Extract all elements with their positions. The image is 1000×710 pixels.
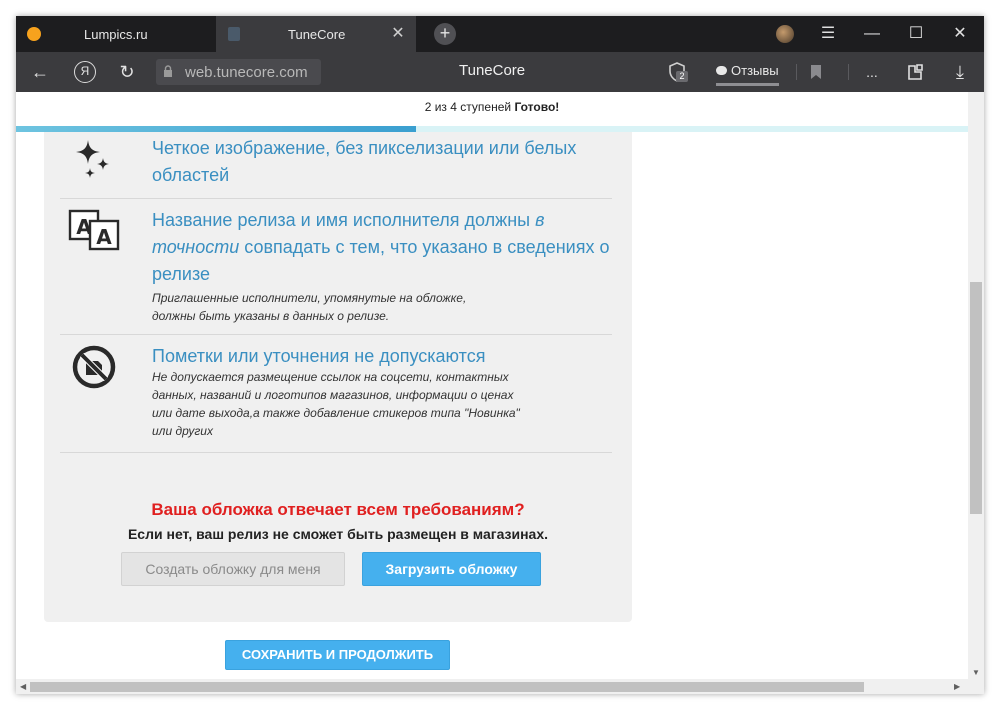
yandex-icon[interactable]: Я xyxy=(74,61,96,83)
extensions-icon[interactable] xyxy=(906,62,926,82)
progress-status: 2 из 4 ступеней Готово! xyxy=(16,100,968,114)
page-viewport: 2 из 4 ступеней Готово! Четкое изображен… xyxy=(16,92,968,679)
requirement-title: Название релиза и имя исполнителя должны… xyxy=(152,207,612,288)
download-icon[interactable]: ⤓ xyxy=(946,58,974,86)
avatar[interactable] xyxy=(776,25,794,43)
requirement-matching-names: A A Название релиза и имя исполнителя до… xyxy=(60,199,612,335)
cover-warning: Если нет, ваш релиз не сможет быть разме… xyxy=(127,526,549,542)
reload-icon[interactable]: ↻ xyxy=(113,58,141,86)
svg-text:A: A xyxy=(96,225,112,249)
vertical-scrollbar[interactable]: ▼ xyxy=(968,92,984,679)
window-close-icon[interactable]: ✕ xyxy=(938,16,982,52)
tab-label: TuneCore xyxy=(288,26,346,42)
create-cover-button[interactable]: Создать обложку для меня xyxy=(121,552,345,586)
text-match-icon: A A xyxy=(68,209,120,251)
page-title: TuneCore xyxy=(459,62,526,79)
requirement-note: Не допускается размещение ссылок на соцс… xyxy=(152,370,520,438)
toolbar-divider xyxy=(848,64,849,80)
no-sticker-icon xyxy=(72,345,116,389)
tab-bar: Lumpics.ru TuneCore ✕ + ☰ — ☐ ✕ xyxy=(16,16,984,52)
maximize-icon[interactable]: ☐ xyxy=(894,16,938,52)
chat-bubble-icon xyxy=(716,66,727,75)
scroll-down-arrow-icon[interactable]: ▼ xyxy=(972,668,980,677)
requirement-note: Приглашенные исполнители, упомянутые на … xyxy=(152,291,467,323)
url-field[interactable]: web.tunecore.com xyxy=(156,59,321,85)
scroll-left-arrow-icon[interactable]: ◀ xyxy=(20,682,26,691)
horizontal-scrollbar[interactable]: ◀ ▶ xyxy=(16,679,984,694)
more-icon[interactable]: ... xyxy=(858,58,886,86)
new-tab-button[interactable]: + xyxy=(434,23,456,45)
tunecore-favicon-icon xyxy=(228,27,240,41)
progress-steps: 2 из 4 ступеней xyxy=(424,100,512,114)
reviews-label: Отзывы xyxy=(731,63,779,78)
shield-count-badge: 2 xyxy=(676,71,688,82)
url-text: web.tunecore.com xyxy=(185,64,308,81)
upload-cover-button[interactable]: Загрузить обложку xyxy=(362,552,541,586)
save-continue-button[interactable]: СОХРАНИТЬ И ПРОДОЛЖИТЬ xyxy=(225,640,450,670)
requirement-no-marks: Пометки или уточнения не допускаются Не … xyxy=(60,335,612,453)
tab-lumpics[interactable]: Lumpics.ru xyxy=(16,16,216,52)
requirement-title: Пометки или уточнения не допускаются xyxy=(152,346,486,366)
tab-tunecore[interactable]: TuneCore ✕ xyxy=(216,16,416,52)
title-part: Название релиза и имя исполнителя должны xyxy=(152,210,536,230)
requirement-clear-image: Четкое изображение, без пикселизации или… xyxy=(60,132,612,199)
minimize-icon[interactable]: — xyxy=(850,16,894,52)
menu-icon[interactable]: ☰ xyxy=(806,16,850,52)
toolbar-divider xyxy=(796,64,797,80)
sparkle-icon xyxy=(76,140,109,178)
lock-icon xyxy=(164,65,172,77)
back-arrow-icon[interactable]: ← xyxy=(26,58,54,86)
requirement-title: Четкое изображение, без пикселизации или… xyxy=(152,138,577,185)
horizontal-scroll-thumb[interactable] xyxy=(30,682,864,692)
progress-ready: Готово! xyxy=(514,100,560,114)
scroll-right-arrow-icon[interactable]: ▶ xyxy=(954,682,960,691)
cover-question: Ваша обложка отвечает всем требованиям? xyxy=(151,500,525,519)
address-bar: ← Я ↻ web.tunecore.com TuneCore 2 Отзывы… xyxy=(16,52,984,92)
vertical-scroll-thumb[interactable] xyxy=(970,282,982,514)
tab-label: Lumpics.ru xyxy=(84,26,148,42)
cover-requirements-panel: Четкое изображение, без пикселизации или… xyxy=(44,132,632,622)
bookmark-icon[interactable] xyxy=(810,64,822,80)
lumpics-favicon-icon xyxy=(27,27,41,41)
browser-window: Lumpics.ru TuneCore ✕ + ☰ — ☐ ✕ ← Я ↻ we… xyxy=(16,16,984,694)
reviews-button[interactable]: Отзывы xyxy=(716,60,779,86)
tab-close-icon[interactable]: ✕ xyxy=(388,24,408,44)
